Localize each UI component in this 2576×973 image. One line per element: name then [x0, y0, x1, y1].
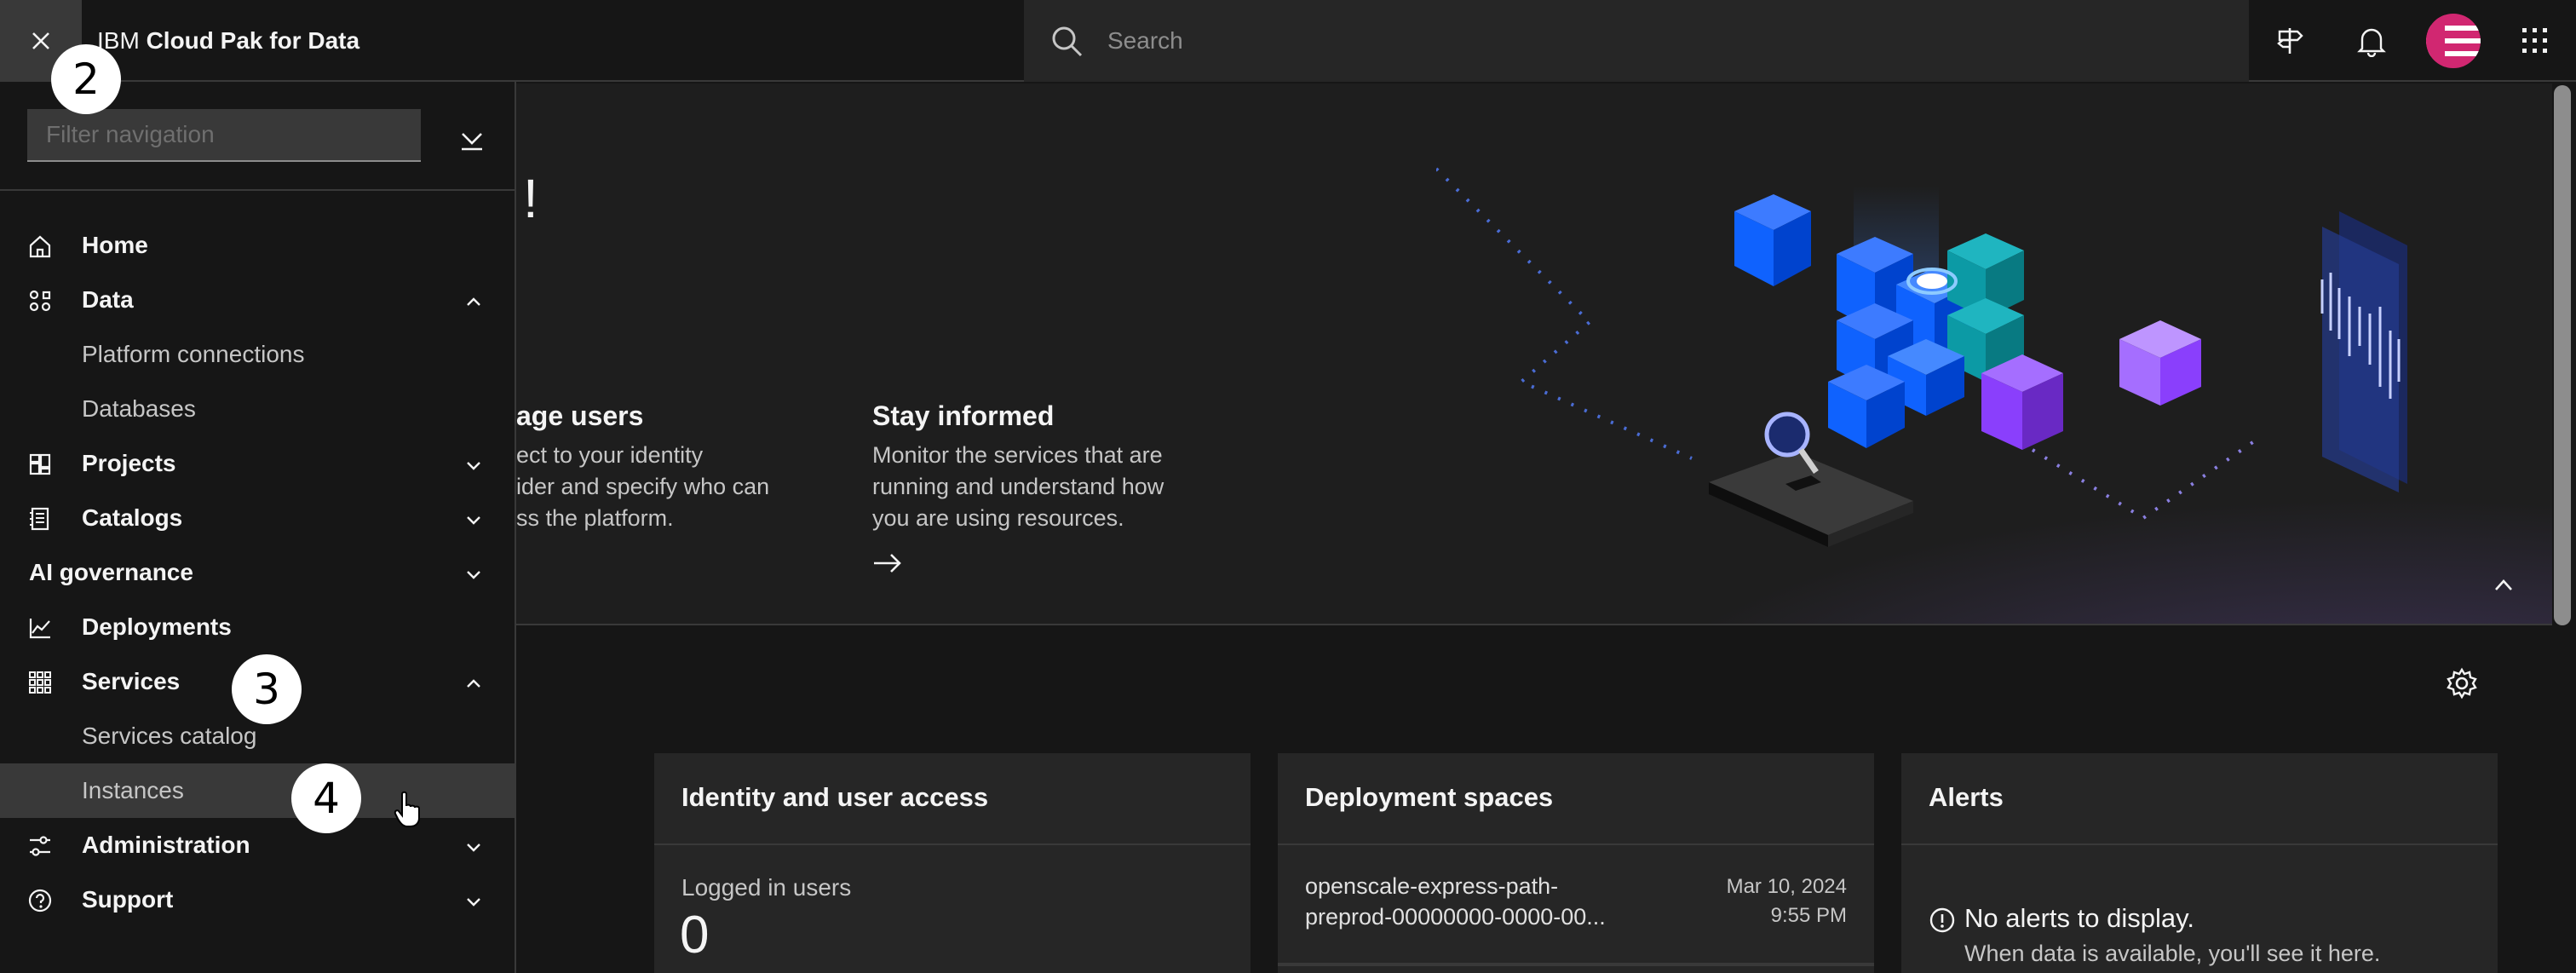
deployment-space-date: Mar 10, 2024 9:55 PM: [1726, 875, 1847, 927]
sidebar-item-label: Data: [82, 286, 134, 313]
arrow-right-icon[interactable]: [872, 550, 903, 576]
chevron-up-icon: [467, 679, 480, 688]
home-icon: [29, 235, 51, 258]
signpost-icon: [2277, 28, 2303, 54]
sidebar-item-label: Administration: [82, 832, 250, 858]
info-circle-icon: [1929, 907, 1955, 933]
sidebar-item-ai-governance[interactable]: AI governance: [0, 545, 515, 600]
data-icon: [29, 290, 51, 312]
projects-icon: [29, 453, 51, 475]
chevron-down-icon: [467, 898, 480, 907]
filter-navigation-input[interactable]: [27, 109, 421, 162]
hero-illustration: [1436, 167, 2407, 547]
sidebar-item-label: Platform connections: [82, 341, 305, 367]
logged-in-users-label: Logged in users: [681, 874, 852, 901]
step-marker: 2: [51, 44, 121, 114]
gear-icon[interactable]: [2445, 666, 2479, 700]
card-header: Deployment spaces: [1278, 753, 1874, 845]
deployment-spaces-card[interactable]: Deployment spaces openscale-express-path…: [1278, 753, 1874, 973]
sidebar-item-label: Deployments: [82, 613, 232, 640]
sidebar-item-label: Support: [82, 886, 174, 913]
whats-new-button[interactable]: [2249, 0, 2331, 82]
catalog-icon: [30, 507, 49, 531]
chevron-down-icon: [467, 516, 480, 525]
search-icon: [1052, 26, 1083, 57]
sidebar-item-label: Databases: [82, 395, 196, 422]
deployment-space-name[interactable]: openscale-express-path- preprod-00000000…: [1305, 871, 1671, 932]
app-title[interactable]: IBM Cloud Pak for Data: [97, 0, 359, 82]
manage-users-title: age users: [516, 400, 644, 431]
identity-card[interactable]: Identity and user access Logged in users…: [654, 753, 1251, 973]
search-bar[interactable]: [1024, 0, 2249, 82]
chevron-down-icon: [467, 462, 480, 470]
app-switcher-button[interactable]: [2494, 0, 2576, 82]
sidebar-item-administration[interactable]: Administration: [0, 818, 515, 872]
card-header: Identity and user access: [654, 753, 1251, 845]
user-profile-button[interactable]: [2412, 0, 2494, 82]
top-header: IBM Cloud Pak for Data: [0, 0, 2576, 82]
sidebar-item-platform-connections[interactable]: Platform connections: [0, 327, 515, 382]
manage-users-text: ect to your identity ider and specify wh…: [516, 442, 770, 531]
sidebar-item-label: Services catalog: [82, 723, 257, 749]
chevron-up-icon: [467, 297, 480, 306]
settings-adjust-icon: [30, 836, 50, 856]
sidebar-item-databases[interactable]: Databases: [0, 382, 515, 436]
sidebar-item-data[interactable]: Data: [0, 273, 515, 327]
close-icon: [32, 32, 49, 49]
collapse-all-icon: [462, 133, 482, 151]
sidebar-item-support[interactable]: Support: [0, 872, 515, 927]
card-title: Identity and user access: [681, 782, 989, 812]
avatar: [2426, 14, 2481, 68]
chevron-down-icon: [467, 571, 480, 579]
card-header: Alerts: [1901, 753, 2498, 845]
chevron-down-icon: [467, 843, 480, 852]
collapse-all-button[interactable]: [448, 116, 496, 164]
services-grid-icon: [29, 671, 51, 694]
step-marker: 4: [291, 763, 361, 833]
sidebar-item-deployments[interactable]: Deployments: [0, 600, 515, 654]
welcome-heading: !: [523, 168, 538, 229]
chart-line-icon: [29, 619, 50, 639]
side-navigation: Home Data Platform connections Databases…: [0, 82, 516, 973]
app-title-product: Cloud Pak for Data: [146, 27, 360, 54]
sidebar-item-label: Instances: [82, 777, 184, 803]
alerts-empty-text: When data is available, you'll see it he…: [1964, 941, 2381, 966]
step-marker: 3: [232, 654, 302, 724]
alerts-card[interactable]: Alerts No alerts to display. When data i…: [1901, 753, 2498, 973]
chevron-up-icon[interactable]: [2489, 571, 2518, 600]
logged-in-users-count: 0: [680, 906, 710, 964]
sidebar-item-instances[interactable]: Instances: [0, 763, 515, 818]
alerts-empty-title: No alerts to display.: [1964, 903, 2194, 933]
sidebar-item-home[interactable]: Home: [0, 218, 515, 273]
card-title: Deployment spaces: [1305, 782, 1554, 812]
hand-pointer-icon: [394, 791, 420, 827]
divider: [1278, 963, 1874, 966]
sidebar-item-label: AI governance: [29, 559, 193, 585]
welcome-banner: ! age users ect to your identity ider an…: [516, 83, 2552, 625]
stay-informed-text: Monitor the services that are running an…: [872, 442, 1164, 531]
bell-icon: [2357, 28, 2386, 57]
notifications-button[interactable]: [2331, 0, 2412, 82]
sidebar-item-label: Catalogs: [82, 504, 183, 531]
sidebar-item-label: Services: [82, 668, 181, 694]
help-icon: [28, 889, 52, 913]
scrollbar-thumb[interactable]: [2554, 85, 2571, 625]
sidebar-item-catalogs[interactable]: Catalogs: [0, 491, 515, 545]
stay-informed-title: Stay informed: [872, 400, 1055, 431]
card-title: Alerts: [1929, 782, 2004, 812]
sidebar-item-label: Home: [82, 232, 148, 258]
app-switcher-icon: [2522, 28, 2547, 53]
sidebar-item-label: Projects: [82, 450, 176, 476]
search-input[interactable]: [1107, 19, 2215, 63]
sidebar-item-projects[interactable]: Projects: [0, 436, 515, 491]
